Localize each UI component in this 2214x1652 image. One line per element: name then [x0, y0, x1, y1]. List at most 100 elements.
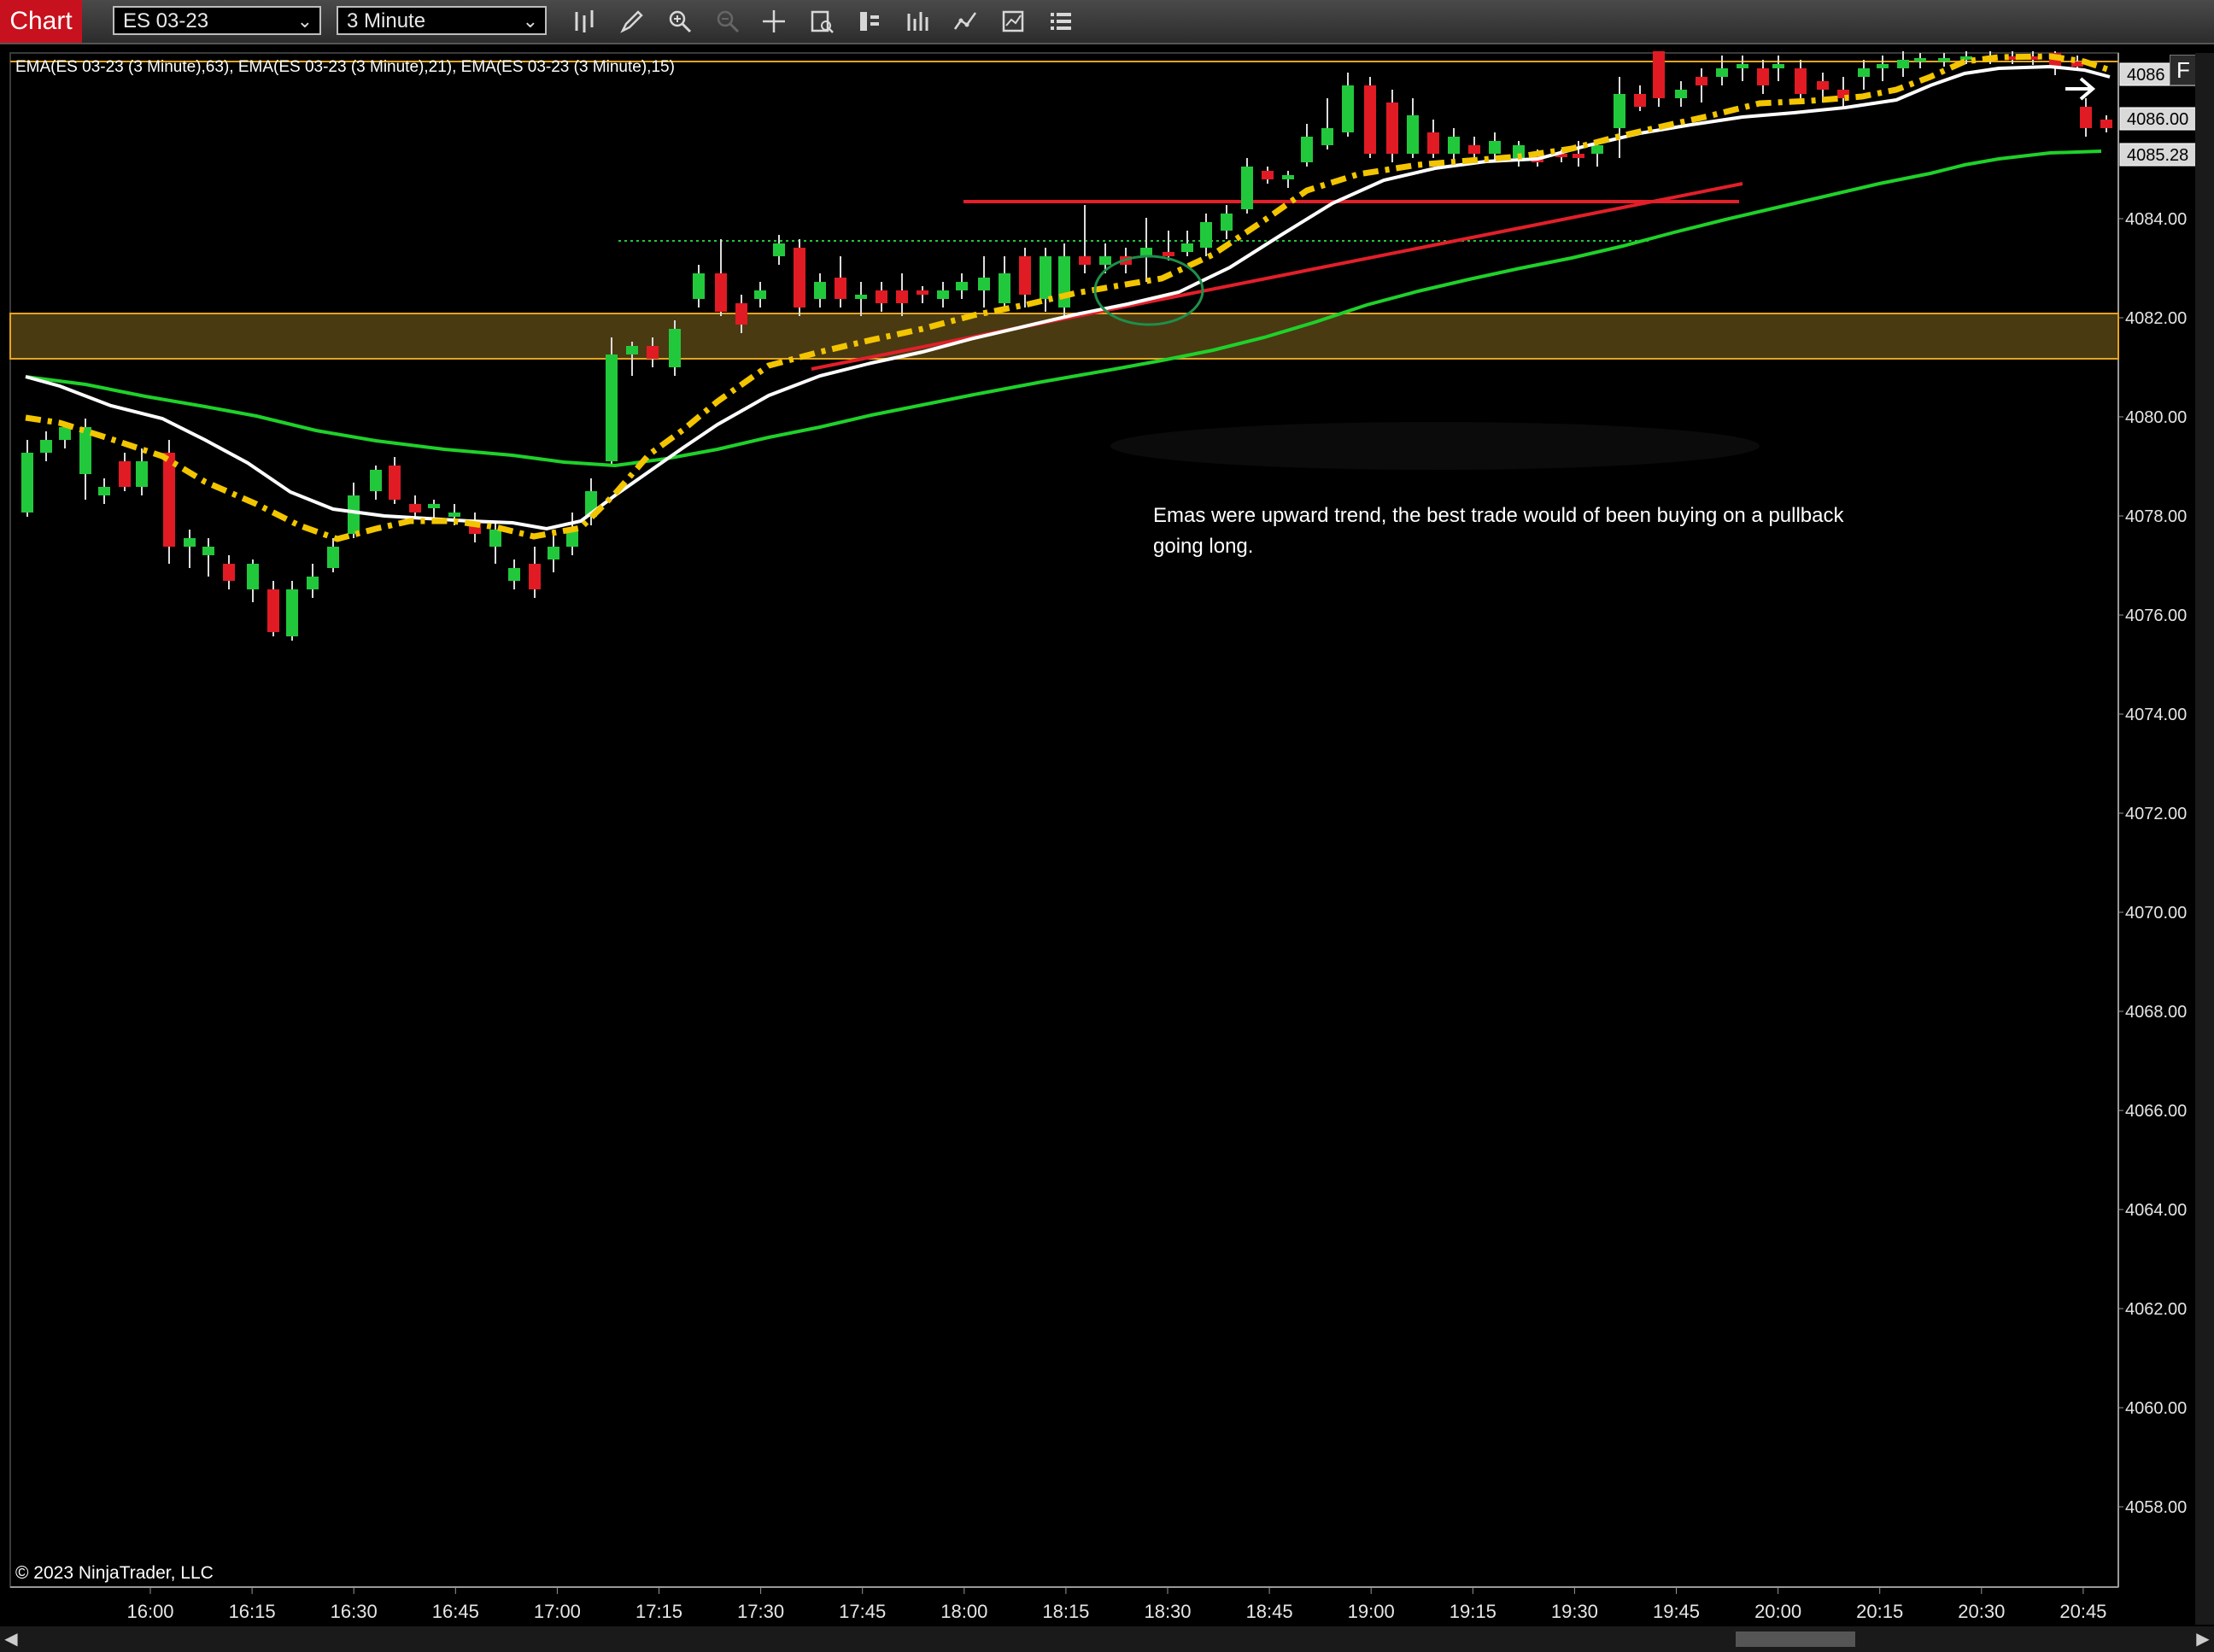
candle-up[interactable]: [1938, 58, 1950, 62]
candle-down[interactable]: [1795, 68, 1807, 94]
candle-up[interactable]: [59, 427, 71, 440]
candle-up[interactable]: [448, 513, 460, 517]
candle-up[interactable]: [999, 273, 1010, 303]
candle-down[interactable]: [1634, 94, 1646, 107]
candle-up[interactable]: [1282, 175, 1294, 179]
properties-icon[interactable]: [854, 7, 885, 36]
candle-down[interactable]: [1468, 145, 1480, 154]
bar-type-icon[interactable]: [569, 7, 600, 36]
candle-up[interactable]: [754, 290, 766, 299]
candle-up[interactable]: [247, 564, 259, 589]
candle-up[interactable]: [1772, 64, 1784, 68]
candle-down[interactable]: [1079, 256, 1091, 265]
candle-down[interactable]: [267, 589, 279, 632]
candle-up[interactable]: [489, 530, 501, 547]
candle-down[interactable]: [794, 248, 805, 308]
candle-up[interactable]: [79, 427, 91, 474]
candle-up[interactable]: [428, 504, 440, 508]
chart-note[interactable]: Emas were upward trend, the best trade w…: [1153, 501, 1854, 562]
candle-down[interactable]: [1427, 132, 1439, 154]
candle-up[interactable]: [669, 329, 681, 367]
candle-up[interactable]: [855, 295, 867, 299]
candle-up[interactable]: [1241, 167, 1253, 209]
list-icon[interactable]: [1046, 7, 1076, 36]
candle-up[interactable]: [40, 440, 52, 453]
candle-down[interactable]: [2100, 120, 2112, 128]
candle-up[interactable]: [814, 282, 826, 299]
candle-up[interactable]: [98, 487, 110, 495]
candle-up[interactable]: [1342, 85, 1354, 132]
candle-up[interactable]: [606, 354, 618, 461]
zoom-in-icon[interactable]: [665, 7, 695, 36]
candle-up[interactable]: [1858, 68, 1870, 77]
candle-up[interactable]: [626, 346, 638, 354]
data-box-icon[interactable]: [806, 7, 837, 36]
candle-down[interactable]: [409, 504, 421, 513]
candle-down[interactable]: [223, 564, 235, 581]
candle-up[interactable]: [1675, 90, 1687, 98]
candle-down[interactable]: [1163, 252, 1174, 256]
scroll-left-icon[interactable]: ◀: [0, 1626, 22, 1652]
candle-up[interactable]: [1897, 60, 1909, 68]
draw-icon[interactable]: [617, 7, 647, 36]
candle-up[interactable]: [693, 273, 705, 299]
candle-down[interactable]: [529, 564, 541, 589]
candle-up[interactable]: [307, 577, 319, 589]
scroll-right-icon[interactable]: ▶: [2192, 1626, 2214, 1652]
candle-down[interactable]: [1386, 103, 1398, 154]
candle-up[interactable]: [937, 290, 949, 299]
interval-select[interactable]: 3 Minute ⌄: [337, 6, 547, 35]
candle-up[interactable]: [286, 589, 298, 636]
candle-up[interactable]: [1221, 214, 1233, 231]
candle-down[interactable]: [1364, 85, 1376, 154]
candle-down[interactable]: [917, 290, 928, 295]
vertical-scrollbar[interactable]: [2195, 53, 2214, 1625]
candle-down[interactable]: [163, 453, 175, 547]
candle-up[interactable]: [1181, 243, 1193, 252]
candle-down[interactable]: [835, 278, 846, 299]
candle-up[interactable]: [21, 453, 33, 513]
candle-up[interactable]: [978, 278, 990, 290]
candle-up[interactable]: [1716, 68, 1728, 77]
candle-up[interactable]: [348, 495, 360, 534]
candle-up[interactable]: [1591, 145, 1603, 154]
price-chart[interactable]: 4084.00 4082.00 4080.00 4078.00 4076.00 4074.…: [0, 51, 2214, 1652]
candle-up[interactable]: [1614, 94, 1625, 128]
analyzer-icon[interactable]: [998, 7, 1028, 36]
candle-down[interactable]: [715, 273, 727, 312]
candle-down[interactable]: [1653, 51, 1665, 98]
indicators-icon[interactable]: [902, 7, 933, 36]
candle-up[interactable]: [1099, 256, 1111, 265]
candle-down[interactable]: [2080, 107, 2092, 128]
candle-up[interactable]: [327, 547, 339, 568]
candle-down[interactable]: [896, 290, 908, 303]
chart-panel[interactable]: 4084.00 4082.00 4080.00 4078.00 4076.00 4074.…: [0, 51, 2214, 1652]
crosshair-icon[interactable]: [758, 7, 789, 36]
candle-up[interactable]: [1407, 115, 1419, 154]
horizontal-scrollbar[interactable]: ◀ ▶: [0, 1626, 2214, 1652]
candle-down[interactable]: [1262, 171, 1274, 179]
candle-up[interactable]: [1321, 128, 1333, 145]
zoom-out-icon[interactable]: [712, 7, 743, 36]
candle-up[interactable]: [1301, 137, 1313, 162]
instrument-select[interactable]: ES 03-23 ⌄: [113, 6, 321, 35]
candle-up[interactable]: [508, 568, 520, 581]
candle-up[interactable]: [184, 538, 196, 547]
candle-up[interactable]: [1737, 64, 1748, 68]
candle-up[interactable]: [1448, 137, 1460, 154]
candle-up[interactable]: [1914, 58, 1926, 62]
candle-up[interactable]: [1040, 256, 1051, 299]
candle-up[interactable]: [370, 470, 382, 491]
candle-down[interactable]: [876, 290, 887, 303]
candle-up[interactable]: [1960, 56, 1972, 60]
candle-down[interactable]: [1817, 81, 1829, 90]
candle-up[interactable]: [773, 243, 785, 256]
candle-up[interactable]: [1877, 64, 1889, 68]
candle-up[interactable]: [548, 547, 559, 559]
strategies-icon[interactable]: [950, 7, 981, 36]
candle-down[interactable]: [1019, 256, 1031, 295]
candle-up[interactable]: [1200, 222, 1212, 248]
candle-down[interactable]: [647, 346, 659, 359]
candle-down[interactable]: [1573, 154, 1584, 158]
f-button[interactable]: F: [2170, 55, 2197, 85]
